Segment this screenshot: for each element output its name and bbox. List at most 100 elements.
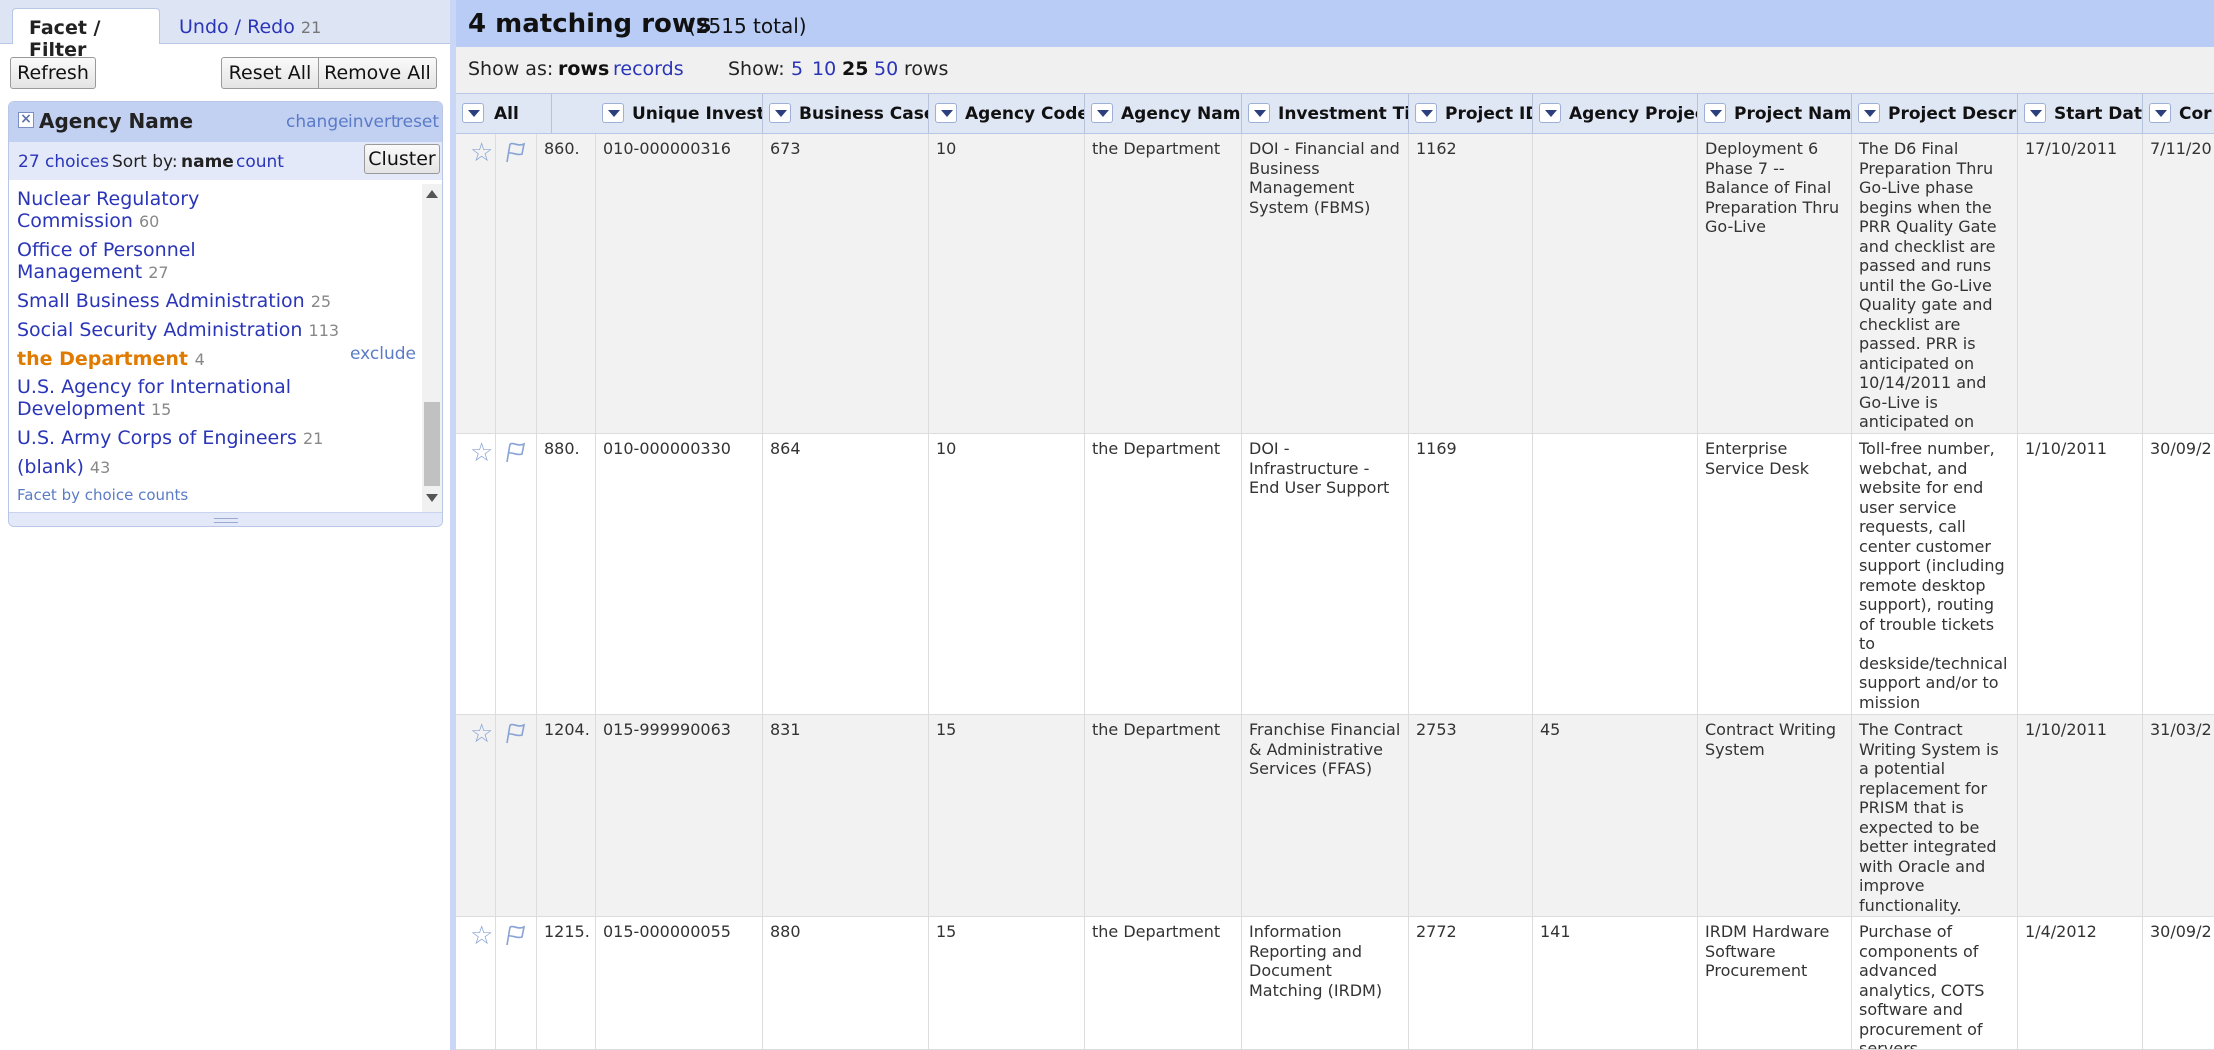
column-header-all: All	[456, 94, 552, 133]
facet-scrollbar[interactable]	[422, 184, 442, 512]
cell-project-id: 2772	[1409, 917, 1533, 1049]
column-menu-dropdown-icon[interactable]	[769, 103, 791, 123]
resize-grip-icon	[214, 518, 238, 523]
column-header-business-case-id: Business Case I	[763, 94, 929, 133]
cell-unique-investment: 010-000000330	[596, 434, 763, 714]
remove-all-button[interactable]: Remove All	[319, 57, 437, 89]
facet-invert-link[interactable]: invert	[348, 112, 398, 132]
table-row: ☆ 880. 010-000000330 864 10 the Departme…	[456, 434, 2214, 715]
column-menu-dropdown-icon[interactable]	[1539, 103, 1561, 123]
cell-start-date: 17/10/2011	[2018, 134, 2143, 433]
star-cell: ☆	[456, 715, 496, 916]
column-header-label: Agency Code	[965, 104, 1085, 124]
cell-completion-date: 7/11/20	[2150, 139, 2212, 158]
cluster-button[interactable]: Cluster	[364, 144, 440, 174]
show-as-records-link[interactable]: records	[613, 58, 684, 80]
tab-undo-redo-label: Undo / Redo	[179, 16, 295, 38]
cell-project-description: Toll-free number, webchat, and website f…	[1852, 434, 2018, 714]
page-size-25: 25	[842, 58, 869, 80]
column-header-agency-code: Agency Code	[929, 94, 1085, 133]
cell-unique-investment: 010-000000316	[596, 134, 763, 433]
matching-rows-count: 4 matching rows	[468, 9, 712, 39]
tab-facet-filter-label: Facet / Filter	[29, 17, 101, 61]
column-menu-dropdown-icon[interactable]	[1858, 103, 1880, 123]
facet-choice-nuclear-regulatory-commission[interactable]: Nuclear Regulatory Commission 60	[17, 188, 357, 233]
column-menu-dropdown-icon[interactable]	[1091, 103, 1113, 123]
tab-facet-filter[interactable]: Facet / Filter	[12, 8, 160, 61]
choice-count: 113	[308, 321, 340, 340]
star-icon[interactable]: ☆	[470, 923, 493, 949]
column-menu-dropdown-icon[interactable]	[2149, 103, 2171, 123]
facet-change-link[interactable]: change	[286, 112, 349, 132]
facet-reset-link[interactable]: reset	[396, 112, 439, 132]
column-header-investment-title: Investment Title	[1242, 94, 1409, 133]
flag-icon[interactable]	[504, 140, 528, 164]
choice-label: Office of Personnel	[17, 239, 196, 261]
choices-count-link[interactable]: 27 choices	[18, 152, 109, 172]
tab-undo-redo[interactable]: Undo / Redo 21	[163, 8, 337, 44]
column-header-agency-name: Agency Name	[1085, 94, 1242, 133]
flag-icon[interactable]	[504, 440, 528, 464]
cell-agency-code: 10	[929, 434, 1085, 714]
left-panel: Facet / Filter Undo / Redo 21 Refresh Re…	[0, 0, 450, 1050]
page-size-5-link[interactable]: 5	[791, 58, 803, 80]
facet-choice-the-department[interactable]: the Department 4	[17, 348, 357, 371]
column-menu-dropdown-icon[interactable]	[602, 103, 624, 123]
column-header-label: Cor	[2179, 104, 2212, 124]
column-header-label: Unique Investme	[632, 104, 763, 124]
star-icon[interactable]: ☆	[470, 440, 493, 466]
cell-investment-title: DOI - Financial and Business Management …	[1242, 134, 1409, 433]
table-row: ☆ 1204. 015-999990063 831 15 the Departm…	[456, 715, 2214, 917]
flag-cell	[496, 134, 537, 433]
page-size-50-link[interactable]: 50	[874, 58, 898, 80]
column-header-project-description: Project Descripti	[1852, 94, 2018, 133]
refresh-button[interactable]: Refresh	[10, 57, 96, 89]
column-header-unique-investment: Unique Investme	[596, 94, 763, 133]
star-cell: ☆	[456, 134, 496, 433]
column-menu-dropdown-icon[interactable]	[1704, 103, 1726, 123]
column-menu-dropdown-icon[interactable]	[2024, 103, 2046, 123]
cell-project-id: 2753	[1409, 715, 1533, 916]
facet-choice-small-business-administration[interactable]: Small Business Administration 25	[17, 290, 357, 313]
cell-project-description: Purchase of components of advanced analy…	[1852, 917, 2018, 1049]
cell-unique-investment: 015-999990063	[596, 715, 763, 916]
column-menu-dropdown-icon[interactable]	[1248, 103, 1270, 123]
scroll-up-arrow-icon[interactable]	[426, 190, 438, 198]
choice-count: 60	[138, 212, 160, 231]
page-size-10-link[interactable]: 10	[812, 58, 836, 80]
star-cell: ☆	[456, 434, 496, 714]
column-menu-dropdown-icon[interactable]	[462, 103, 484, 123]
sort-by-count-link[interactable]: count	[236, 152, 284, 172]
cell-investment-title: Franchise Financial & Administrative Ser…	[1242, 715, 1409, 916]
facet-choice-us-army-corps-of-engineers[interactable]: U.S. Army Corps of Engineers 21	[17, 427, 357, 450]
choice-count: 43	[89, 458, 111, 477]
flag-cell	[496, 917, 537, 1049]
star-icon[interactable]: ☆	[470, 721, 493, 747]
flag-icon[interactable]	[504, 923, 528, 947]
cell-unique-investment: 015-000000055	[596, 917, 763, 1049]
cell-business-case-id: 880	[763, 917, 929, 1049]
reset-all-button[interactable]: Reset All	[221, 57, 319, 89]
facet-choice-blank[interactable]: (blank) 43	[17, 456, 357, 479]
exclude-link[interactable]: exclude	[350, 344, 416, 364]
row-number: 860.	[537, 134, 596, 433]
cell-business-case-id: 864	[763, 434, 929, 714]
column-menu-dropdown-icon[interactable]	[935, 103, 957, 123]
view-bar: Show as: rows records Show: 5 10 25 50 r…	[456, 47, 2214, 93]
cell-completion-date: 30/09/2	[2150, 922, 2212, 941]
facet-choice-office-of-personnel-management[interactable]: Office of Personnel Management 27	[17, 239, 357, 284]
scroll-thumb[interactable]	[424, 402, 440, 486]
facet-choice-social-security-administration[interactable]: Social Security Administration 113	[17, 319, 357, 342]
star-icon[interactable]: ☆	[470, 140, 493, 166]
agency-name-facet: × Agency Name change invert reset 27 cho…	[8, 101, 443, 527]
facet-remove-icon[interactable]: ×	[18, 112, 34, 128]
facet-resize-handle[interactable]	[9, 512, 442, 526]
flag-icon[interactable]	[504, 721, 528, 745]
facet-by-choice-counts-link[interactable]: Facet by choice counts	[17, 486, 188, 504]
cell-project-id: 1162	[1409, 134, 1533, 433]
scroll-down-arrow-icon[interactable]	[426, 494, 438, 502]
facet-choice-us-agency-for-international-development[interactable]: U.S. Agency for International Developmen…	[17, 376, 357, 421]
column-menu-dropdown-icon[interactable]	[1415, 103, 1437, 123]
column-header-label: Project Descripti	[1888, 104, 2017, 124]
right-panel: 4 matching rows (2515 total) Show as: ro…	[456, 0, 2214, 1050]
